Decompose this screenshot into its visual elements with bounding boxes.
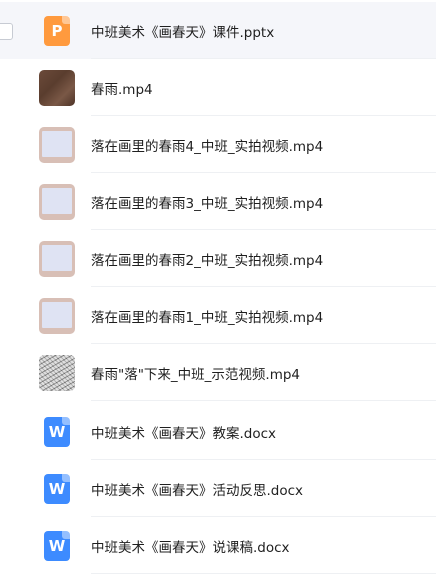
file-row-video[interactable]: 春雨.mp4 <box>0 59 436 116</box>
file-list: P 中班美术《画春天》课件.pptx 春雨.mp4 落在画里的春雨4_中班_实拍… <box>0 0 436 574</box>
file-name[interactable]: 落在画里的春雨4_中班_实拍视频.mp4 <box>91 135 323 155</box>
file-name[interactable]: 中班美术《画春天》活动反思.docx <box>91 479 303 499</box>
file-row-video[interactable]: 春雨"落"下来_中班_示范视频.mp4 <box>0 344 436 401</box>
file-row-video[interactable]: 落在画里的春雨1_中班_实拍视频.mp4 <box>0 287 436 344</box>
file-row-docx[interactable]: W 中班美术《画春天》说课稿.docx <box>0 517 436 574</box>
file-name[interactable]: 中班美术《画春天》教案.docx <box>91 422 276 442</box>
file-name[interactable]: 中班美术《画春天》说课稿.docx <box>91 536 290 556</box>
file-name[interactable]: 落在画里的春雨2_中班_实拍视频.mp4 <box>91 249 323 269</box>
video-thumbnail-icon <box>39 354 75 391</box>
file-row-video[interactable]: 落在画里的春雨4_中班_实拍视频.mp4 <box>0 116 436 173</box>
file-row-video[interactable]: 落在画里的春雨2_中班_实拍视频.mp4 <box>0 230 436 287</box>
file-row-video[interactable]: 落在画里的春雨3_中班_实拍视频.mp4 <box>0 173 436 230</box>
video-thumbnail-icon <box>39 126 75 163</box>
word-icon-letter: W <box>48 479 66 498</box>
file-row-docx[interactable]: W 中班美术《画春天》活动反思.docx <box>0 460 436 517</box>
file-row-docx[interactable]: W 中班美术《画春天》教案.docx <box>0 403 436 460</box>
row-checkbox[interactable] <box>0 23 13 40</box>
word-icon-letter: W <box>48 422 66 441</box>
file-name[interactable]: 春雨.mp4 <box>91 78 153 98</box>
ppt-file-icon: P <box>39 13 75 49</box>
video-thumbnail-icon <box>39 183 75 220</box>
word-file-icon: W <box>39 528 75 564</box>
word-icon-letter: W <box>48 536 66 555</box>
word-file-icon: W <box>39 414 75 450</box>
file-name[interactable]: 中班美术《画春天》课件.pptx <box>91 21 274 41</box>
file-name[interactable]: 春雨"落"下来_中班_示范视频.mp4 <box>91 363 300 383</box>
video-thumbnail-icon <box>39 297 75 334</box>
file-name[interactable]: 落在画里的春雨1_中班_实拍视频.mp4 <box>91 306 323 326</box>
video-thumbnail-icon <box>39 240 75 277</box>
ppt-icon-letter: P <box>51 21 63 40</box>
file-name[interactable]: 落在画里的春雨3_中班_实拍视频.mp4 <box>91 192 323 212</box>
word-file-icon: W <box>39 471 75 507</box>
video-thumbnail-icon <box>39 69 75 106</box>
file-row-pptx[interactable]: P 中班美术《画春天》课件.pptx <box>0 2 436 59</box>
